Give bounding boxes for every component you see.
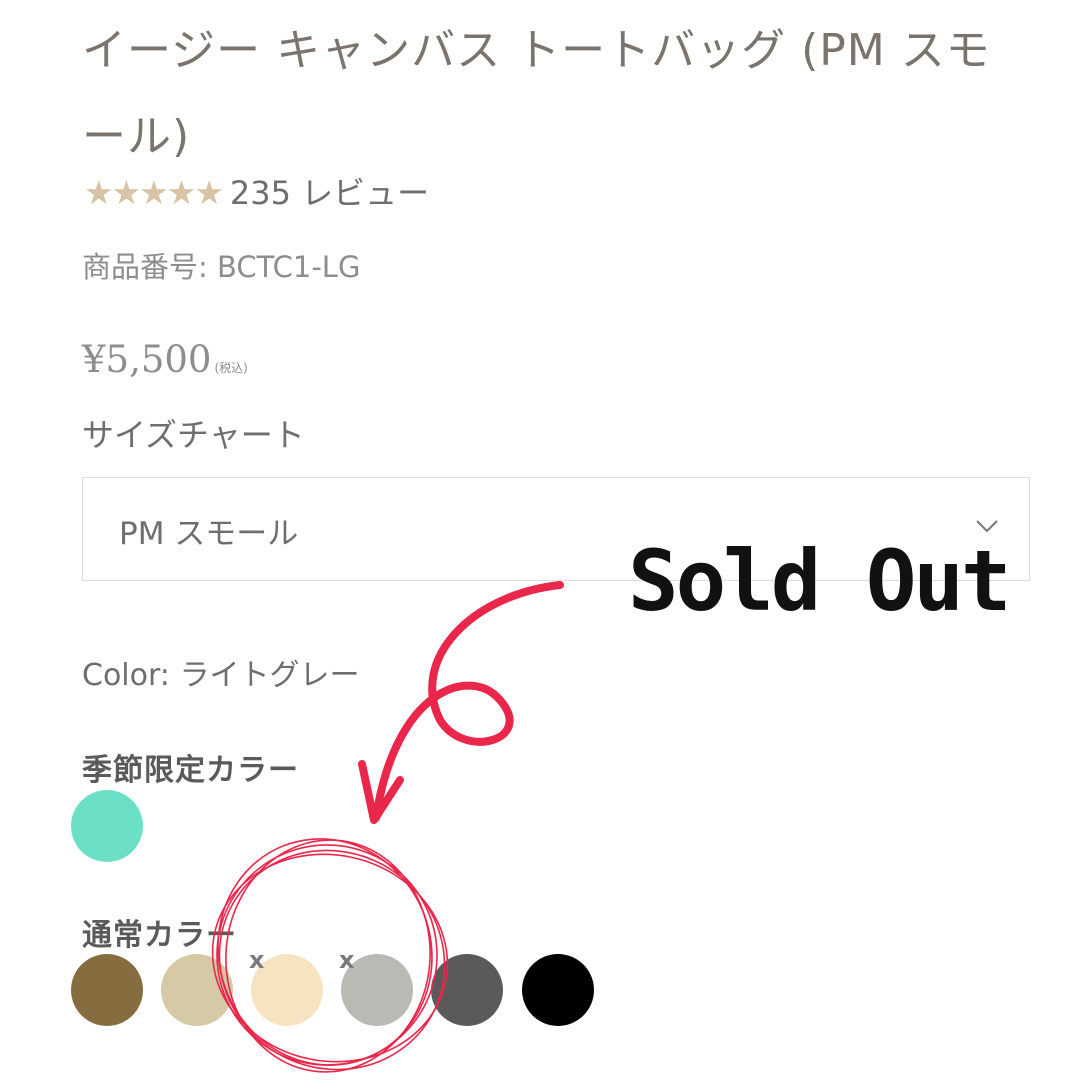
- price-value: ¥5,500: [82, 338, 212, 381]
- rating[interactable]: ★★★★★ 235 レビュー: [84, 176, 429, 209]
- product-title: イージー キャンバス トートバッグ (PM スモール): [82, 25, 991, 162]
- annotation-arrow-curve: [372, 581, 564, 822]
- selected-color-label: Color: ライトグレー: [82, 658, 360, 693]
- product-sku: 商品番号: BCTC1-LG: [82, 250, 361, 284]
- color-swatch-regular-2[interactable]: [161, 954, 233, 1026]
- size-chart-link[interactable]: サイズチャート: [82, 410, 305, 456]
- price-tax-note: (税込): [214, 361, 248, 375]
- color-swatch-regular-6[interactable]: [522, 954, 594, 1026]
- review-count-link[interactable]: 235 レビュー: [230, 177, 429, 209]
- seasonal-colors-title: 季節限定カラー: [82, 753, 299, 788]
- color-swatch-regular-5[interactable]: [431, 954, 503, 1026]
- sold-out-annotation: Sold Out: [628, 532, 1012, 630]
- sold-out-x-mark: x: [339, 946, 355, 974]
- annotation-arrow-head-icon: [358, 760, 404, 824]
- sold-out-x-mark: x: [249, 946, 265, 974]
- price: ¥5,500 (税込): [82, 338, 248, 381]
- regular-colors-title: 通常カラー: [82, 918, 237, 953]
- color-swatch-seasonal-1[interactable]: [71, 790, 143, 862]
- size-select-value: PM スモール: [119, 516, 299, 552]
- color-swatch-regular-1[interactable]: [71, 954, 143, 1026]
- star-rating-icon: ★★★★★: [84, 173, 224, 212]
